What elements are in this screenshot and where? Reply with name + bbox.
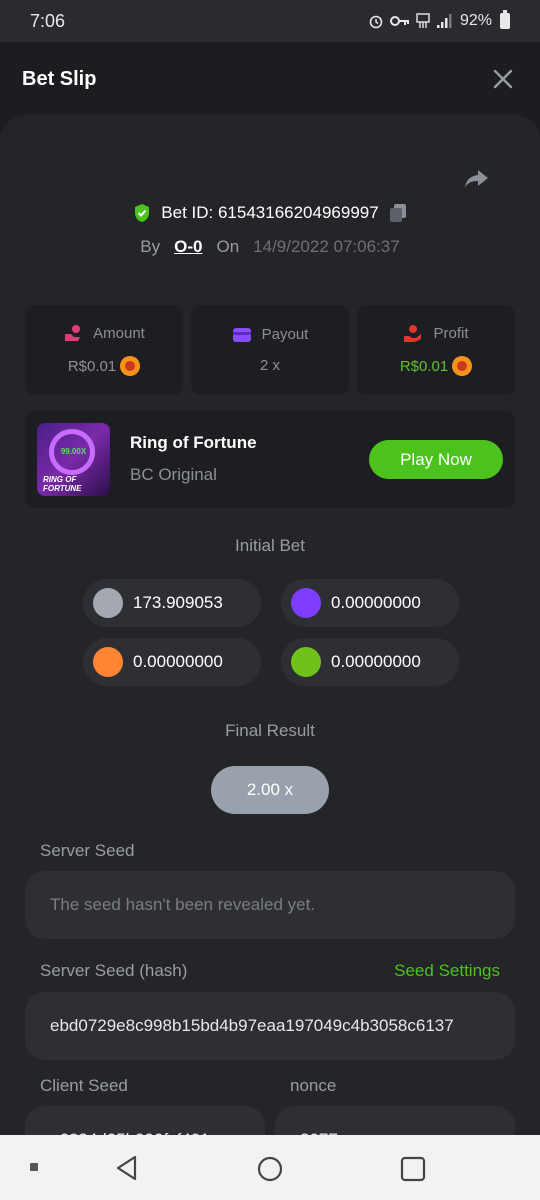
thumb-multiplier: 99.00X bbox=[60, 447, 87, 456]
currency-dot-icon bbox=[93, 588, 123, 618]
game-name: Ring of Fortune bbox=[130, 433, 257, 452]
stat-profit: Profit R$0.01 bbox=[357, 305, 515, 395]
share-icon[interactable] bbox=[464, 165, 490, 191]
final-result-badge: 2.00 x bbox=[211, 766, 329, 814]
close-button[interactable] bbox=[488, 64, 518, 94]
initial-bet-title: Initial Bet bbox=[235, 536, 305, 555]
stat-label: Payout bbox=[261, 326, 309, 343]
bet-author-row: By O-0 On 14/9/2022 07:06:37 bbox=[0, 237, 540, 257]
status-time: 7:06 bbox=[30, 10, 66, 31]
recents-icon[interactable] bbox=[400, 1156, 426, 1182]
server-seed-hash-label: Server Seed (hash) bbox=[40, 961, 188, 980]
bet-stats: Amount R$0.01 Payout 2 x Profit R$0.01 bbox=[25, 305, 515, 395]
stat-value: 2 x bbox=[259, 357, 280, 374]
thumb-title: RING OF FORTUNE bbox=[43, 475, 82, 493]
shib-coin-icon bbox=[452, 356, 473, 376]
on-label: On bbox=[216, 237, 240, 256]
initial-bet-value: 0.00000000 bbox=[331, 593, 421, 612]
alarm-icon bbox=[369, 15, 383, 29]
status-icons: 92% bbox=[368, 10, 510, 30]
game-thumbnail[interactable]: 99.00X RING OF FORTUNE bbox=[37, 423, 110, 496]
bet-date: 14/9/2022 07:06:37 bbox=[253, 237, 400, 256]
stat-amount: Amount R$0.01 bbox=[25, 305, 183, 395]
shib-coin-icon bbox=[120, 356, 141, 376]
server-seed-label: Server Seed bbox=[40, 841, 135, 860]
thumb-title-line-2: FORTUNE bbox=[43, 484, 82, 493]
user-link[interactable]: O-0 bbox=[174, 237, 202, 257]
nonce-field[interactable]: 3077 bbox=[275, 1106, 515, 1135]
seed-settings-link[interactable]: Seed Settings bbox=[394, 961, 500, 981]
lte-icon bbox=[416, 13, 430, 28]
bet-id-row: Bet ID: 61543166204969997 bbox=[0, 203, 540, 223]
nonce-label: nonce bbox=[290, 1076, 337, 1095]
shield-check-icon bbox=[135, 204, 150, 222]
by-label: By bbox=[140, 237, 161, 256]
stat-value: R$0.01 bbox=[399, 357, 449, 375]
currency-dot-icon bbox=[93, 647, 123, 677]
profit-icon bbox=[404, 325, 422, 342]
payout-icon bbox=[232, 327, 251, 342]
initial-bet-value: 173.909053 bbox=[133, 593, 223, 612]
close-icon bbox=[493, 69, 513, 89]
bet-id: Bet ID: 61543166204969997 bbox=[161, 203, 379, 222]
initial-bet-item: 0.00000000 bbox=[281, 638, 459, 686]
initial-bet-value: 0.00000000 bbox=[133, 652, 223, 671]
initial-bet-item: 173.909053 bbox=[83, 579, 261, 627]
server-seed-hash-field[interactable]: ebd0729e8c998b15bd4b97eaa197049c4b3058c6… bbox=[25, 992, 515, 1060]
home-icon[interactable] bbox=[257, 1156, 283, 1182]
system-nav-bar bbox=[0, 1135, 540, 1200]
key-icon bbox=[389, 16, 409, 26]
thumb-title-line-1: RING OF bbox=[43, 475, 77, 484]
status-bar: 7:06 92% bbox=[0, 0, 540, 42]
currency-dot-icon bbox=[291, 647, 321, 677]
currency-dot-icon bbox=[291, 588, 321, 618]
stat-label: Amount bbox=[93, 324, 145, 342]
back-icon[interactable] bbox=[115, 1155, 139, 1181]
initial-bet-item: 0.00000000 bbox=[281, 579, 459, 627]
server-seed-field: The seed hasn't been revealed yet. bbox=[25, 871, 515, 939]
amount-icon bbox=[65, 325, 81, 341]
play-now-button[interactable]: Play Now bbox=[369, 440, 503, 479]
battery-percent: 92% bbox=[459, 12, 492, 29]
battery-icon bbox=[500, 10, 510, 29]
stat-label: Profit bbox=[433, 324, 469, 342]
signal-icon bbox=[436, 14, 452, 28]
menu-dot-icon bbox=[30, 1163, 38, 1171]
initial-bet-value: 0.00000000 bbox=[331, 652, 421, 671]
page-title: Bet Slip bbox=[22, 67, 97, 90]
client-seed-label: Client Seed bbox=[40, 1076, 128, 1095]
final-result-title: Final Result bbox=[225, 721, 315, 740]
game-card: 99.00X RING OF FORTUNE Ring of Fortune B… bbox=[25, 411, 515, 508]
client-seed-field[interactable]: a6234d05b990fcf491 bbox=[25, 1106, 265, 1135]
initial-bet-item: 0.00000000 bbox=[83, 638, 261, 686]
bet-slip-panel: Bet ID: 61543166204969997 By O-0 On 14/9… bbox=[0, 115, 540, 1135]
bet-slip-header: Bet Slip bbox=[0, 42, 540, 116]
game-subtitle: BC Original bbox=[130, 465, 217, 484]
stat-value: R$0.01 bbox=[67, 357, 117, 375]
copy-icon[interactable] bbox=[389, 203, 407, 223]
stat-payout: Payout 2 x bbox=[191, 305, 349, 395]
initial-bet-grid: 173.909053 0.00000000 0.00000000 0.00000… bbox=[83, 579, 459, 686]
